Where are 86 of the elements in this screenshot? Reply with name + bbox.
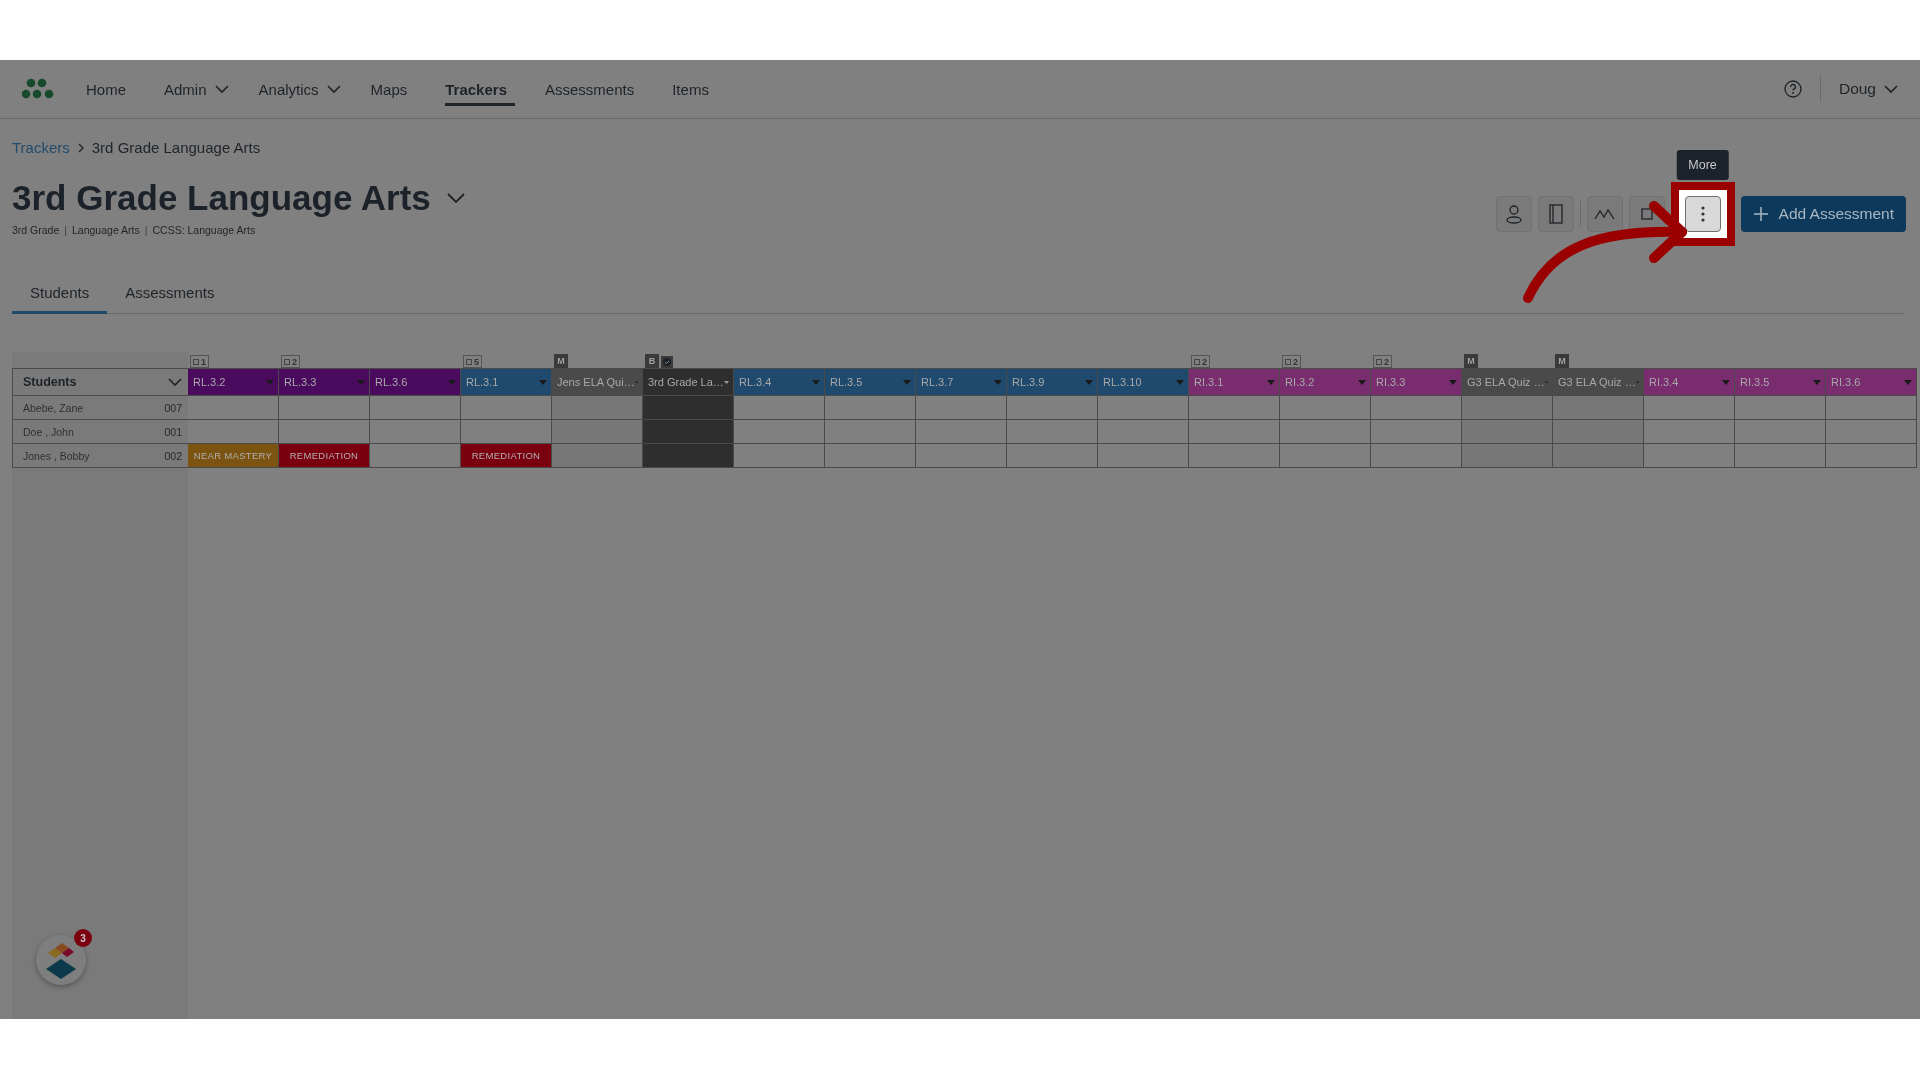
- separator: |: [144, 224, 148, 236]
- caret-icon[interactable]: [1358, 379, 1366, 385]
- column-header[interactable]: RL.3.1: [461, 368, 552, 396]
- column-header[interactable]: G3 ELA Quiz …: [1462, 368, 1553, 396]
- nav-link[interactable]: Admin: [164, 72, 229, 106]
- notebook-icon: [1547, 204, 1564, 224]
- column-header[interactable]: RL.3.4: [734, 368, 825, 396]
- count-badge: 1: [190, 355, 209, 368]
- check-circle-icon: [661, 356, 673, 368]
- layered-diamonds-icon: [44, 941, 78, 979]
- nav-link[interactable]: Maps: [370, 72, 416, 106]
- mastery-label: REMEDIATION: [279, 444, 369, 467]
- column-header[interactable]: RL.3.9: [1007, 368, 1098, 396]
- count-badge: 2: [1282, 355, 1301, 368]
- nav-link[interactable]: Assessments: [545, 72, 643, 106]
- column-header[interactable]: RL.3.5: [825, 368, 916, 396]
- mountains-icon: [1593, 207, 1616, 221]
- column-header[interactable]: 3rd Grade La…: [643, 368, 734, 396]
- column-header[interactable]: RI.3.5: [1735, 368, 1826, 396]
- subtitle-tag: 3rd Grade: [12, 224, 60, 236]
- add-assessment-button[interactable]: Add Assessment: [1740, 196, 1906, 232]
- caret-icon[interactable]: [1267, 379, 1275, 385]
- letter-badge: M: [1464, 354, 1478, 368]
- column-header[interactable]: RL.3.7: [916, 368, 1007, 396]
- letter-badge: M: [554, 354, 568, 368]
- mountains-icon-button[interactable]: [1586, 196, 1623, 232]
- student-id: 002: [164, 449, 182, 462]
- column-header[interactable]: RL.3.3: [279, 368, 370, 396]
- user-menu[interactable]: Doug: [1838, 80, 1898, 98]
- column-header[interactable]: RI.3.3: [1371, 368, 1462, 396]
- help-icon[interactable]: [1783, 80, 1802, 98]
- caret-icon[interactable]: [1813, 379, 1821, 385]
- count-badge: 2: [1191, 355, 1210, 368]
- count-badge: 2: [1373, 355, 1392, 368]
- letter-badge: M: [1555, 354, 1569, 368]
- tab[interactable]: Students: [12, 284, 108, 314]
- count-badge: 2: [281, 355, 300, 368]
- breadcrumb-current: 3rd Grade Language Arts: [91, 139, 261, 156]
- caret-icon[interactable]: [1904, 379, 1912, 385]
- caret-icon[interactable]: [1722, 379, 1730, 385]
- more-vertical-icon: [1700, 206, 1705, 222]
- mastery-label: NEAR MASTERY: [188, 444, 278, 467]
- page-title: 3rd Grade Language Arts: [12, 178, 431, 218]
- chevron-down-icon: [214, 84, 229, 94]
- column-header[interactable]: RL.3.2: [188, 368, 279, 396]
- breadcrumb-link[interactable]: Trackers: [12, 139, 70, 156]
- tab[interactable]: Assessments: [107, 284, 233, 314]
- notebook-icon-button[interactable]: [1537, 196, 1574, 232]
- column-header[interactable]: RI.3.4: [1644, 368, 1735, 396]
- person-icon-button[interactable]: [1495, 196, 1532, 232]
- column-header[interactable]: RL.3.6: [370, 368, 461, 396]
- separator: |: [64, 224, 67, 236]
- subtitle-tag: Language Arts: [72, 224, 140, 236]
- square-icon: [1639, 207, 1654, 221]
- subtitle-tag: CCSS: Language Arts: [152, 224, 256, 236]
- letter-badge: B: [645, 354, 659, 368]
- chevron-right-icon: [77, 142, 84, 153]
- chevron-down-icon: [1884, 84, 1898, 94]
- tooltip: More: [1676, 150, 1729, 180]
- column-header[interactable]: RI.3.1: [1189, 368, 1280, 396]
- more-button[interactable]: [1684, 196, 1721, 232]
- column-header[interactable]: Jens ELA Qui…: [552, 368, 643, 396]
- nav-link[interactable]: Trackers: [445, 72, 515, 106]
- student-id: 007: [164, 401, 182, 414]
- caret-icon[interactable]: [723, 379, 729, 385]
- student-name[interactable]: Jones , Bobby: [23, 449, 90, 462]
- nav-link[interactable]: Analytics: [258, 72, 341, 106]
- person-icon: [1504, 204, 1523, 224]
- column-header[interactable]: RL.3.10: [1098, 368, 1189, 396]
- dots-logo-icon: [22, 78, 56, 100]
- nav-link[interactable]: Items: [672, 72, 717, 106]
- plus-icon: [1752, 206, 1769, 222]
- mastery-label: REMEDIATION: [461, 444, 551, 467]
- column-header[interactable]: RI.3.2: [1280, 368, 1371, 396]
- chevron-down-icon: [326, 84, 341, 94]
- caret-icon[interactable]: [1449, 379, 1457, 385]
- chevron-down-icon[interactable]: [446, 192, 465, 204]
- nav-link[interactable]: Home: [86, 72, 134, 106]
- student-name[interactable]: Abebe, Zane: [23, 401, 84, 414]
- chevron-down-icon: [168, 377, 182, 387]
- column-header: Students: [23, 375, 77, 389]
- count-badge: 5: [463, 355, 482, 368]
- student-id: 001: [164, 425, 182, 438]
- student-name[interactable]: Doe , John: [23, 425, 74, 438]
- column-header[interactable]: RI.3.6: [1826, 368, 1917, 396]
- column-header[interactable]: G3 ELA Quiz …: [1553, 368, 1644, 396]
